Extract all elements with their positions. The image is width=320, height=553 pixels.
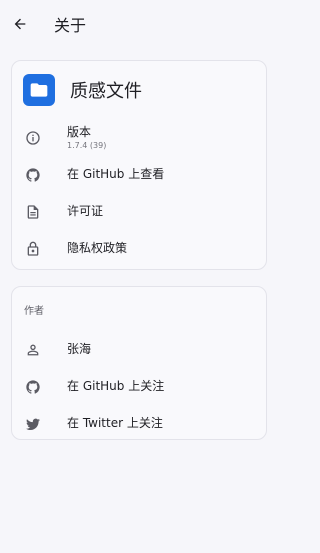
follow-on-twitter-label: 在 Twitter 上关注 bbox=[67, 416, 163, 430]
folder-icon bbox=[30, 83, 48, 97]
license-item[interactable]: 许可证 bbox=[12, 193, 266, 230]
follow-on-twitter-item[interactable]: 在 Twitter 上关注 bbox=[12, 405, 266, 442]
lock-icon bbox=[25, 241, 41, 257]
view-on-github-label: 在 GitHub 上查看 bbox=[67, 167, 165, 181]
arrow-back-icon bbox=[14, 18, 26, 30]
app-info-card: 质感文件 版本 1.7.4 (39) 在 GitHub 上查看 许可证 隐私权政… bbox=[11, 60, 267, 270]
author-card: 作者 张海 在 GitHub 上关注 在 Twitter 上关注 bbox=[11, 286, 267, 440]
app-logo bbox=[23, 74, 55, 106]
twitter-icon bbox=[25, 416, 41, 432]
follow-on-github-label: 在 GitHub 上关注 bbox=[67, 379, 165, 393]
version-value: 1.7.4 (39) bbox=[67, 140, 107, 150]
author-name-item[interactable]: 张海 bbox=[12, 331, 266, 368]
info-icon bbox=[25, 130, 41, 146]
privacy-policy-item[interactable]: 隐私权政策 bbox=[12, 230, 266, 267]
app-bar: 关于 bbox=[0, 0, 278, 48]
version-item[interactable]: 版本 1.7.4 (39) bbox=[12, 119, 266, 156]
github-icon bbox=[25, 167, 41, 183]
author-section-header: 作者 bbox=[24, 305, 44, 317]
author-name-label: 张海 bbox=[67, 342, 92, 356]
person-icon bbox=[25, 342, 41, 358]
privacy-policy-label: 隐私权政策 bbox=[67, 241, 128, 255]
follow-on-github-item[interactable]: 在 GitHub 上关注 bbox=[12, 368, 266, 405]
version-label: 版本 bbox=[67, 124, 92, 139]
app-header: 质感文件 bbox=[12, 61, 266, 119]
view-on-github-item[interactable]: 在 GitHub 上查看 bbox=[12, 156, 266, 193]
license-label: 许可证 bbox=[67, 204, 104, 218]
github-icon bbox=[25, 379, 41, 395]
app-name: 质感文件 bbox=[70, 81, 142, 102]
page-title: 关于 bbox=[54, 16, 87, 35]
back-button[interactable] bbox=[10, 14, 30, 34]
document-icon bbox=[25, 204, 41, 220]
